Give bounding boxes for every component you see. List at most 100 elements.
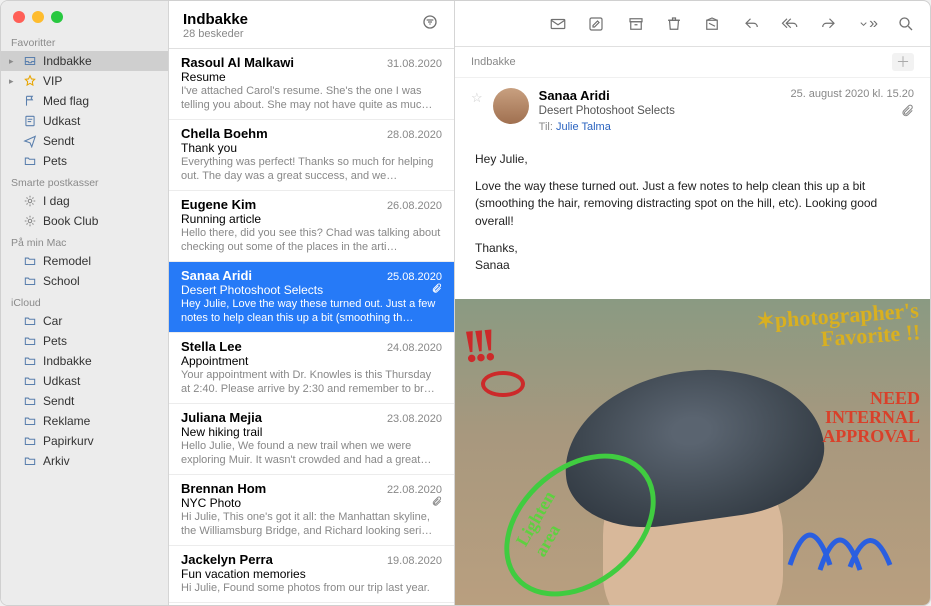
avatar bbox=[493, 88, 529, 124]
sidebar-item-label: VIP bbox=[43, 74, 62, 88]
message-row[interactable]: Jackelyn Perra 19.08.2020 Fun vacation m… bbox=[169, 546, 454, 603]
attachment-image[interactable]: !!! ✶photographer's Favorite !! NEED INT… bbox=[455, 299, 930, 605]
gear-icon bbox=[23, 194, 37, 208]
sidebar-item-label: Book Club bbox=[43, 214, 98, 228]
sidebar-item-school[interactable]: School bbox=[1, 271, 168, 291]
sidebar-item-reklame[interactable]: Reklame bbox=[1, 411, 168, 431]
message-list-pane: Indbakke 28 beskeder Rasoul Al Malkawi 3… bbox=[169, 1, 455, 605]
message-row[interactable]: Stella Lee 24.08.2020 Appointment Your a… bbox=[169, 333, 454, 404]
message-body: Hey Julie, Love the way these turned out… bbox=[455, 141, 930, 299]
message-preview: I've attached Carol's resume. She's the … bbox=[181, 84, 442, 112]
sidebar-item-indbakke[interactable]: ▸ Indbakke bbox=[1, 51, 168, 71]
sidebar-item-i-dag[interactable]: I dag bbox=[1, 191, 168, 211]
to-recipient[interactable]: Julie Talma bbox=[556, 121, 611, 133]
envelope-icon[interactable] bbox=[548, 14, 568, 34]
sidebar-item-arkiv[interactable]: Arkiv bbox=[1, 451, 168, 471]
forward-icon[interactable] bbox=[818, 14, 838, 34]
folder-icon bbox=[23, 374, 37, 388]
reading-pane: » Indbakke ＋ ☆ Sanaa Aridi Desert Photos… bbox=[455, 1, 930, 605]
message-date: 25.08.2020 bbox=[387, 271, 442, 283]
chevron-right-icon[interactable]: ▸ bbox=[9, 56, 17, 67]
chevron-right-icon[interactable]: ▸ bbox=[9, 76, 17, 87]
message-subject: NYC Photo bbox=[181, 496, 241, 510]
sidebar-section-label: På min Mac bbox=[1, 231, 168, 251]
sidebar-item-udkast[interactable]: Udkast bbox=[1, 371, 168, 391]
toolbar: » bbox=[455, 1, 930, 47]
draft-icon bbox=[23, 114, 37, 128]
list-subtitle: 28 beskeder bbox=[183, 28, 248, 40]
sidebar-item-papirkurv[interactable]: Papirkurv bbox=[1, 431, 168, 451]
sidebar-item-label: Indbakke bbox=[43, 354, 92, 368]
reply-all-icon[interactable] bbox=[780, 14, 800, 34]
folder-icon bbox=[23, 154, 37, 168]
sidebar-item-label: School bbox=[43, 274, 80, 288]
message-sender: Jackelyn Perra bbox=[181, 552, 273, 567]
folder-icon bbox=[23, 454, 37, 468]
message-row[interactable]: Eugene Kim 26.08.2020 Running article He… bbox=[169, 191, 454, 262]
sidebar-item-pets[interactable]: Pets bbox=[1, 151, 168, 171]
message-subject: Fun vacation memories bbox=[181, 567, 306, 581]
close-window-button[interactable] bbox=[13, 11, 25, 23]
minimize-window-button[interactable] bbox=[32, 11, 44, 23]
sidebar-item-udkast[interactable]: Udkast bbox=[1, 111, 168, 131]
to-label: Til: bbox=[539, 121, 553, 133]
message-row[interactable]: Brennan Hom 22.08.2020 NYC Photo Hi Juli… bbox=[169, 475, 454, 546]
sidebar-item-car[interactable]: Car bbox=[1, 311, 168, 331]
sidebar-item-label: Sendt bbox=[43, 394, 74, 408]
folder-icon bbox=[23, 334, 37, 348]
message-row[interactable]: Rasoul Al Malkawi 31.08.2020 Resume I've… bbox=[169, 49, 454, 120]
message-row[interactable]: Chella Boehm 28.08.2020 Thank you Everyt… bbox=[169, 120, 454, 191]
sidebar-item-indbakke[interactable]: Indbakke bbox=[1, 351, 168, 371]
more-icon[interactable]: » bbox=[858, 14, 878, 34]
junk-icon[interactable] bbox=[702, 14, 722, 34]
message-preview: Hi Julie, Found some photos from our tri… bbox=[181, 581, 442, 595]
sidebar-item-book-club[interactable]: Book Club bbox=[1, 211, 168, 231]
body-sign: Sanaa bbox=[475, 258, 510, 272]
sidebar-item-label: Pets bbox=[43, 154, 67, 168]
inbox-icon bbox=[23, 54, 37, 68]
search-icon[interactable] bbox=[896, 14, 916, 34]
message-list[interactable]: Rasoul Al Malkawi 31.08.2020 Resume I've… bbox=[169, 49, 454, 605]
message-date: 19.08.2020 bbox=[387, 555, 442, 567]
add-tab-button[interactable]: ＋ bbox=[892, 53, 914, 71]
sidebar-item-label: Udkast bbox=[43, 374, 80, 388]
folder-icon bbox=[23, 354, 37, 368]
filter-icon[interactable] bbox=[420, 11, 440, 31]
sidebar-item-sendt[interactable]: Sendt bbox=[1, 131, 168, 151]
favorite-star-icon[interactable]: ☆ bbox=[471, 88, 483, 133]
reply-icon[interactable] bbox=[742, 14, 762, 34]
message-date: 22.08.2020 bbox=[387, 484, 442, 496]
sidebar-item-vip[interactable]: ▸ VIP bbox=[1, 71, 168, 91]
sidebar-item-label: Med flag bbox=[43, 94, 89, 108]
sidebar-item-label: I dag bbox=[43, 194, 70, 208]
message-row[interactable]: Juliana Mejia 23.08.2020 New hiking trai… bbox=[169, 404, 454, 475]
sidebar-item-label: Remodel bbox=[43, 254, 91, 268]
message-subject: Thank you bbox=[181, 141, 237, 155]
message-subject: Resume bbox=[181, 70, 226, 84]
folder-icon bbox=[23, 274, 37, 288]
zoom-window-button[interactable] bbox=[51, 11, 63, 23]
body-para: Love the way these turned out. Just a fe… bbox=[475, 178, 910, 230]
compose-icon[interactable] bbox=[586, 14, 606, 34]
sidebar-item-sendt[interactable]: Sendt bbox=[1, 391, 168, 411]
folder-icon bbox=[23, 394, 37, 408]
message-date: 31.08.2020 bbox=[387, 58, 442, 70]
archive-icon[interactable] bbox=[626, 14, 646, 34]
message-sender: Chella Boehm bbox=[181, 126, 268, 141]
trash-icon[interactable] bbox=[664, 14, 684, 34]
from-name[interactable]: Sanaa Aridi bbox=[539, 88, 781, 104]
sidebar-item-med-flag[interactable]: Med flag bbox=[1, 91, 168, 111]
message-subject: New hiking trail bbox=[181, 425, 262, 439]
message-row[interactable]: Sanaa Aridi 25.08.2020 Desert Photoshoot… bbox=[169, 262, 454, 333]
message-date: 25. august 2020 kl. 15.20 bbox=[790, 88, 914, 100]
star-icon bbox=[23, 74, 37, 88]
breadcrumb[interactable]: Indbakke bbox=[471, 56, 516, 68]
sidebar-item-pets[interactable]: Pets bbox=[1, 331, 168, 351]
attachment-icon[interactable] bbox=[790, 104, 914, 121]
sidebar-item-label: Indbakke bbox=[43, 54, 92, 68]
sidebar-item-remodel[interactable]: Remodel bbox=[1, 251, 168, 271]
message-subject: Desert Photoshoot Selects bbox=[181, 283, 323, 297]
sidebar-item-label: Papirkurv bbox=[43, 434, 94, 448]
message-sender: Rasoul Al Malkawi bbox=[181, 55, 294, 70]
message-preview: Hey Julie, Love the way these turned out… bbox=[181, 297, 442, 325]
